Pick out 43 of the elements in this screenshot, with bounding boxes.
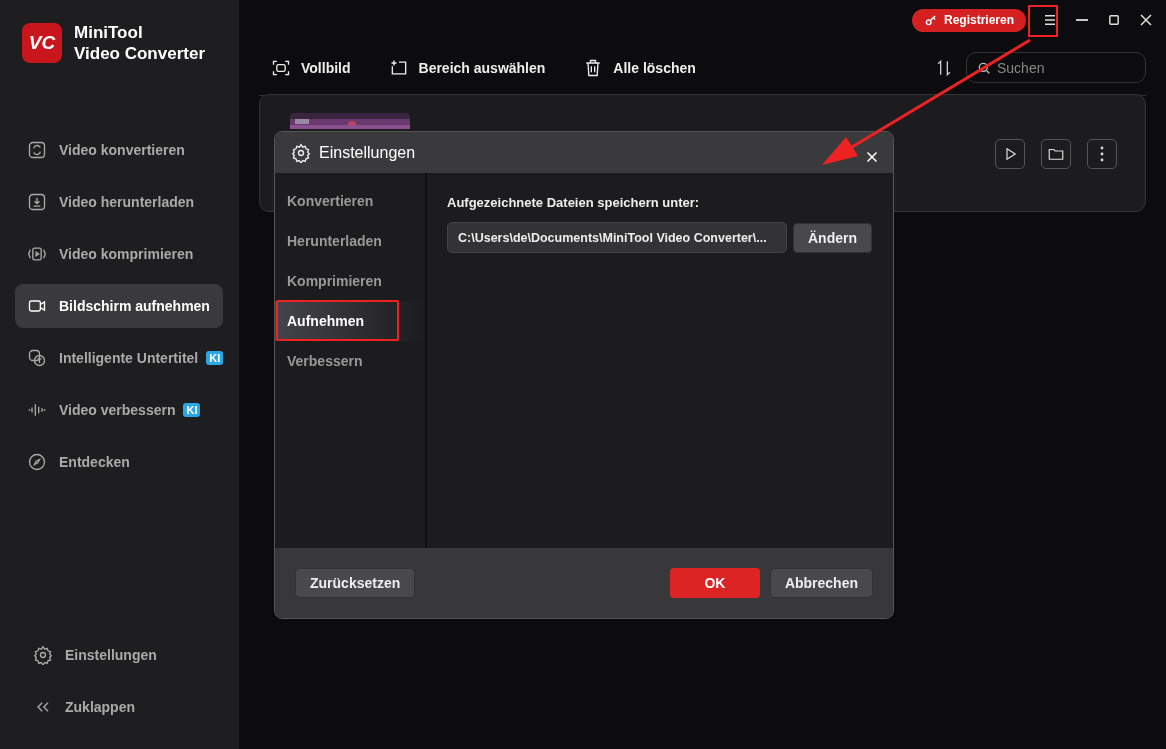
minimize-icon: [1076, 19, 1088, 21]
app-name: MiniTool: [74, 22, 144, 43]
download-icon: [27, 192, 47, 212]
sidebar-item[interactable]: Video komprimieren: [15, 232, 223, 276]
sidebar-item[interactable]: Video verbessern KI: [15, 388, 223, 432]
register-button[interactable]: Registrieren: [911, 8, 1026, 32]
play-button[interactable]: [995, 139, 1025, 169]
reset-button[interactable]: Zurücksetzen: [295, 568, 416, 598]
search-field[interactable]: Suchen: [966, 52, 1146, 83]
search-icon: [976, 60, 992, 76]
settings-icon: [33, 645, 53, 665]
dialog-title: Einstellungen: [319, 143, 417, 162]
folder-button[interactable]: [1041, 139, 1071, 169]
highlight-frame: [1028, 5, 1058, 37]
compass-icon: [27, 452, 47, 472]
toolbar-button[interactable]: Vollbild: [271, 57, 351, 78]
toolbar-button[interactable]: Alle löschen: [583, 57, 696, 78]
ok-button[interactable]: OK: [669, 568, 760, 598]
settings-icon: [291, 142, 311, 163]
sidebar-item[interactable]: Video herunterladen: [15, 180, 223, 224]
sidebar-item[interactable]: Video konvertieren: [15, 128, 223, 172]
convert-icon: [27, 140, 47, 160]
path-field[interactable]: C:\Users\de\Documents\MiniTool Video Converter\...: [447, 222, 787, 253]
settings-tab[interactable]: Verbessern: [275, 341, 425, 381]
toolbar-button[interactable]: Bereich auswählen: [388, 57, 546, 78]
sidebar-item[interactable]: Zuklappen: [21, 685, 223, 729]
change-button[interactable]: Ändern: [793, 222, 872, 253]
cancel-button[interactable]: Abbrechen: [769, 568, 873, 598]
sidebar-item[interactable]: Bildschirm aufnehmen: [15, 284, 223, 328]
sidebar-item[interactable]: Intelligente Untertitel KI: [15, 336, 223, 380]
sidebar-item[interactable]: Entdecken: [15, 440, 223, 484]
settings-tab[interactable]: Komprimieren: [275, 261, 425, 301]
settings-tab[interactable]: Herunterladen: [275, 221, 425, 261]
sidebar-item[interactable]: Einstellungen: [21, 633, 223, 677]
subtitle-icon: [27, 348, 47, 368]
ai-badge: KI: [183, 403, 201, 417]
app-logo: VC: [22, 23, 62, 63]
field-label: Aufgezeichnete Dateien speichern unter:: [447, 195, 701, 210]
ai-badge: KI: [206, 351, 224, 365]
key-icon: [923, 13, 938, 27]
app-name: Video Converter: [74, 43, 205, 64]
more-icon: [1100, 146, 1104, 162]
settings-tab[interactable]: Konvertieren: [275, 181, 425, 221]
